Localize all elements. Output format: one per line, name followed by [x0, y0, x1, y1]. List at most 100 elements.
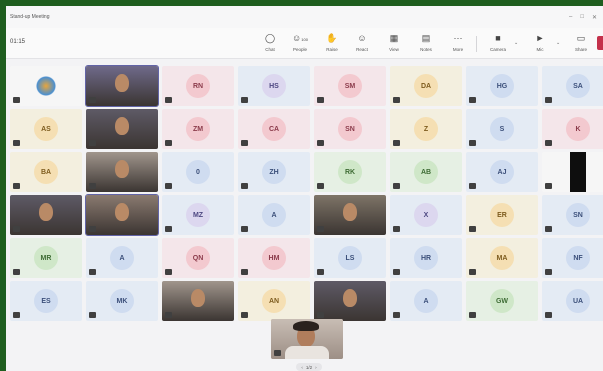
participant-video	[570, 152, 586, 192]
participant-tile[interactable]: AJ	[466, 152, 538, 192]
participant-tile[interactable]: HG	[466, 66, 538, 106]
mic-muted-icon	[317, 269, 324, 275]
mic-label: Mic	[536, 47, 544, 52]
share-button[interactable]: ▭ Share	[567, 32, 595, 52]
close-icon[interactable]: ✕	[592, 14, 597, 21]
participant-tile[interactable]	[86, 109, 158, 149]
participant-tile[interactable]: QN	[162, 238, 234, 278]
people-button[interactable]: ☺100 People	[286, 32, 314, 52]
mic-muted-icon	[393, 97, 400, 103]
participant-tile[interactable]: ES	[10, 281, 82, 321]
minimize-icon[interactable]: –	[569, 14, 572, 21]
participant-tile[interactable]: RK	[314, 152, 386, 192]
mic-muted-icon	[545, 97, 552, 103]
participant-tile[interactable]: A	[86, 238, 158, 278]
participant-tile[interactable]	[85, 194, 159, 236]
react-button[interactable]: ☺ React	[348, 32, 376, 52]
participant-tile[interactable]: ZM	[162, 109, 234, 149]
participant-tile[interactable]: SM	[314, 66, 386, 106]
participant-tile[interactable]: SN	[542, 195, 603, 235]
leave-button[interactable]	[597, 36, 603, 50]
participant-tile[interactable]	[10, 66, 82, 106]
raise-hand-button[interactable]: ✋ Raise	[318, 32, 346, 52]
participant-tile[interactable]: MR	[10, 238, 82, 278]
participant-avatar: GW	[490, 289, 514, 313]
participant-tile[interactable]: MZ	[162, 195, 234, 235]
participant-tile[interactable]	[314, 195, 386, 235]
participant-video	[86, 152, 158, 192]
chevron-down-icon[interactable]: ⌄	[556, 40, 560, 46]
participant-tile[interactable]: DA	[390, 66, 462, 106]
participant-tile[interactable]: AB	[390, 152, 462, 192]
page-indicator[interactable]: ‹ 1/2 ›	[296, 363, 322, 371]
maximize-icon[interactable]: □	[580, 14, 584, 21]
mic-muted-icon	[165, 183, 172, 189]
more-button[interactable]: ··· More	[444, 32, 472, 52]
participant-video	[10, 195, 82, 235]
participant-tile[interactable]: RN	[162, 66, 234, 106]
view-button[interactable]: ▦ View	[380, 32, 408, 52]
mic-muted-icon	[469, 140, 476, 146]
chevron-down-icon[interactable]: ⌄	[514, 40, 518, 46]
participant-tile[interactable]: UA	[542, 281, 603, 321]
participant-tile[interactable]: GW	[466, 281, 538, 321]
participant-avatar: UA	[566, 289, 590, 313]
mic-button[interactable]: ► Mic	[526, 32, 554, 52]
participant-tile[interactable]: SA	[542, 66, 603, 106]
share-label: Share	[574, 47, 587, 52]
participant-tile[interactable]	[162, 281, 234, 321]
mic-muted-icon	[241, 183, 248, 189]
spotlight-video-tile[interactable]	[271, 319, 343, 359]
mic-muted-icon	[469, 97, 476, 103]
participant-tile[interactable]: Z	[390, 109, 462, 149]
mic-muted-icon	[13, 312, 20, 318]
more-label: More	[452, 47, 464, 52]
participant-tile[interactable]: CA	[238, 109, 310, 149]
chat-button[interactable]: ◯ Chat	[256, 32, 284, 52]
raise-label: Raise	[326, 47, 338, 52]
chevron-right-icon[interactable]: ›	[315, 365, 317, 370]
notes-button[interactable]: ▤ Notes	[412, 32, 440, 52]
participant-avatar: ES	[34, 289, 58, 313]
participant-tile[interactable]	[10, 195, 82, 235]
participant-tile[interactable]: MA	[466, 238, 538, 278]
participant-tile[interactable]: BA	[10, 152, 82, 192]
participant-tile[interactable]	[85, 65, 159, 107]
camera-label: Camera	[489, 47, 506, 52]
participant-avatar: K	[566, 117, 590, 141]
mic-muted-icon	[241, 226, 248, 232]
mic-muted-icon	[89, 183, 96, 189]
participant-tile[interactable]: ZH	[238, 152, 310, 192]
react-icon: ☺	[357, 33, 367, 43]
people-label: People	[292, 47, 307, 52]
participant-avatar: AN	[262, 289, 286, 313]
participant-tile[interactable]: AN	[238, 281, 310, 321]
participant-tile[interactable]: HR	[390, 238, 462, 278]
participant-tile[interactable]: ER	[466, 195, 538, 235]
participant-face	[115, 74, 129, 92]
participant-tile[interactable]: A	[238, 195, 310, 235]
participant-tile[interactable]: S	[466, 109, 538, 149]
participant-tile[interactable]: AS	[10, 109, 82, 149]
participant-face	[343, 203, 357, 221]
participant-tile[interactable]: NF	[542, 238, 603, 278]
camera-button[interactable]: ■ Camera	[484, 32, 512, 52]
participant-face	[115, 117, 129, 135]
participant-tile[interactable]: SN	[314, 109, 386, 149]
mic-muted-icon	[89, 312, 96, 318]
participant-tile[interactable]: HS	[238, 66, 310, 106]
mic-muted-icon	[241, 312, 248, 318]
participant-avatar: A	[414, 289, 438, 313]
participant-tile[interactable]	[86, 152, 158, 192]
participant-tile[interactable]: HM	[238, 238, 310, 278]
chevron-left-icon[interactable]: ‹	[301, 365, 303, 370]
meeting-window: Stand-up Meeting – □ ✕ 01:15 ◯ Chat ☺100…	[6, 6, 603, 371]
participant-tile[interactable]: MK	[86, 281, 158, 321]
participant-tile[interactable]: LS	[314, 238, 386, 278]
participant-tile[interactable]	[314, 281, 386, 321]
participant-tile[interactable]: 0	[162, 152, 234, 192]
participant-tile[interactable]	[542, 152, 603, 192]
participant-tile[interactable]: K	[542, 109, 603, 149]
participant-tile[interactable]: A	[390, 281, 462, 321]
participant-tile[interactable]: X	[390, 195, 462, 235]
